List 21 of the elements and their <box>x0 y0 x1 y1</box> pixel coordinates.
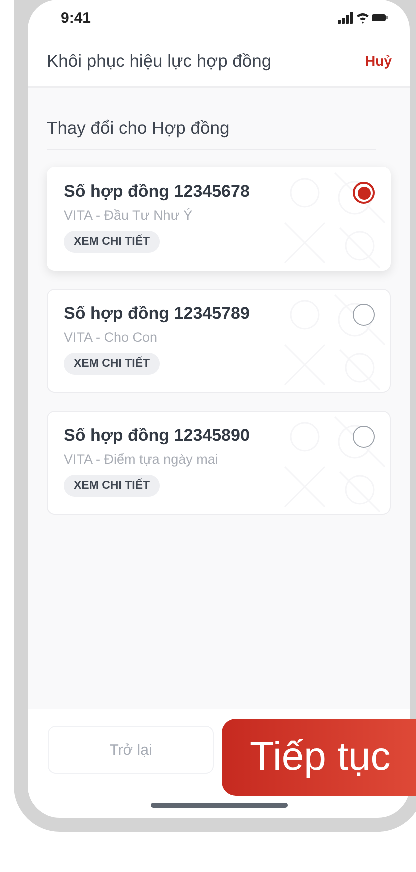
view-details-button[interactable]: XEM CHI TIẾT <box>64 231 160 253</box>
contract-number: Số hợp đồng 12345890 <box>64 426 250 446</box>
product-name: VITA - Đầu Tư Như Ý <box>64 208 193 223</box>
section-title: Thay đổi cho Hợp đồng <box>47 118 231 139</box>
contract-number: Số hợp đồng 12345789 <box>64 304 250 324</box>
product-name: VITA - Cho Con <box>64 330 158 345</box>
contract-card[interactable]: Số hợp đồng 12345789 VITA - Cho Con XEM CHI TIẾT <box>47 289 391 393</box>
contract-card[interactable]: Số hợp đồng 12345890 VITA - Điểm tựa ngày mai XEM CHI TIẾT <box>47 411 391 515</box>
continue-button[interactable]: Tiếp tục <box>222 719 416 796</box>
radio-button[interactable] <box>353 304 375 326</box>
radio-button[interactable] <box>353 426 375 448</box>
status-time: 9:41 <box>61 10 92 26</box>
contract-number: Số hợp đồng 12345678 <box>64 182 250 202</box>
page-title: Khôi phục hiệu lực hợp đồng <box>47 50 272 72</box>
view-details-button[interactable]: XEM CHI TIẾT <box>64 353 160 375</box>
cancel-link[interactable]: Huỷ <box>366 53 392 69</box>
product-name: VITA - Điểm tựa ngày mai <box>64 452 218 467</box>
contract-card[interactable]: Số hợp đồng 12345678 VITA - Đầu Tư Như Ý XEM CHI TIẾT <box>47 167 391 271</box>
view-details-button[interactable]: XEM CHI TIẾT <box>64 475 160 497</box>
status-icons <box>338 12 388 24</box>
radio-button[interactable] <box>353 182 375 204</box>
